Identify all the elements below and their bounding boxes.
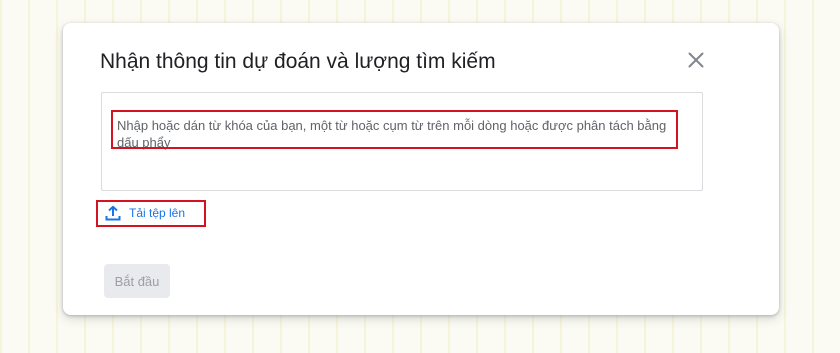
close-icon xyxy=(688,52,704,68)
upload-file-label: Tải tệp lên xyxy=(129,206,186,220)
keywords-textarea[interactable] xyxy=(102,93,702,190)
close-button[interactable] xyxy=(683,47,709,73)
dialog-title: Nhận thông tin dự đoán và lượng tìm kiếm xyxy=(100,50,496,73)
upload-file-link[interactable]: Tải tệp lên xyxy=(101,199,185,227)
upload-icon xyxy=(105,205,121,221)
keywords-textarea-container xyxy=(101,92,703,191)
start-button[interactable]: Bắt đầu xyxy=(104,264,170,298)
forecast-dialog: Nhận thông tin dự đoán và lượng tìm kiếm… xyxy=(63,23,779,315)
